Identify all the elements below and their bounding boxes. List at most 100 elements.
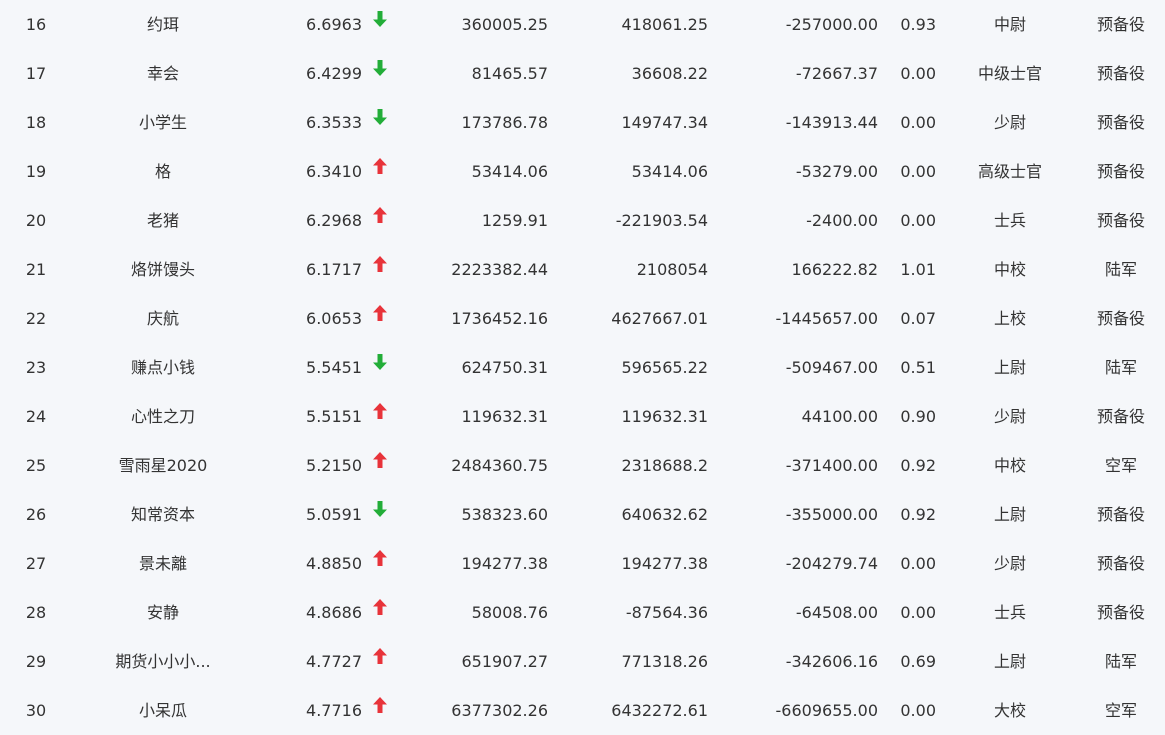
table-row[interactable]: 21 烙饼馒头 6.1717 2223382.44 2108054 166222.82 1.…: [0, 245, 1165, 294]
trader-name: 安静: [146, 603, 179, 622]
unit-label: 预备役: [1096, 64, 1145, 83]
arrow-up-icon: [370, 588, 390, 637]
rank-cell: 29: [25, 652, 47, 671]
value-2: -87564.36: [625, 603, 708, 622]
ratio-value: 0.69: [900, 652, 936, 671]
unit-label: 预备役: [1096, 15, 1145, 34]
rank-title: 中尉: [993, 15, 1026, 34]
trader-name: 赚点小钱: [130, 358, 195, 377]
table-row[interactable]: 23 赚点小钱 5.5451 624750.31 596565.22 -509467.00…: [0, 343, 1165, 392]
score-value: 6.6963: [306, 15, 362, 34]
ratio-value: 0.93: [900, 15, 936, 34]
trader-name: 幸会: [146, 64, 179, 83]
value-2: 194277.38: [621, 554, 708, 573]
table-row[interactable]: 17 幸会 6.4299 81465.57 36608.22 -72667.37 0.00 中…: [0, 49, 1165, 98]
rank-title: 上尉: [993, 652, 1026, 671]
rank-title: 上校: [993, 309, 1026, 328]
trader-name: 老猪: [146, 211, 179, 230]
table-row[interactable]: 25 雪雨星2020 5.2150 2484360.75 2318688.2 -37140…: [0, 441, 1165, 490]
value-3: -2400.00: [806, 211, 878, 230]
value-1: 194277.38: [461, 554, 548, 573]
table-row[interactable]: 18 小学生 6.3533 173786.78 149747.34 -143913.44 0…: [0, 98, 1165, 147]
arrow-up-icon: [370, 637, 390, 686]
rank-cell: 23: [25, 358, 47, 377]
rank-cell: 27: [25, 554, 47, 573]
unit-label: 预备役: [1096, 162, 1145, 181]
value-3: -257000.00: [785, 15, 878, 34]
value-1: 58008.76: [471, 603, 548, 622]
rank-title: 中校: [993, 456, 1026, 475]
table-row[interactable]: 26 知常资本 5.0591 538323.60 640632.62 -355000.00…: [0, 490, 1165, 539]
value-1: 53414.06: [471, 162, 548, 181]
rank-cell: 26: [25, 505, 47, 524]
value-1: 360005.25: [461, 15, 548, 34]
trader-name: 知常资本: [130, 505, 195, 524]
value-1: 2484360.75: [451, 456, 548, 475]
table-row[interactable]: 20 老猪 6.2968 1259.91 -221903.54 -2400.00 0.00 士…: [0, 196, 1165, 245]
ratio-value: 1.01: [900, 260, 936, 279]
value-2: 2318688.2: [621, 456, 708, 475]
table-row[interactable]: 16 约珥 6.6963 360005.25 418061.25 -257000.00 0.…: [0, 0, 1165, 49]
table-row[interactable]: 19 格 6.3410 53414.06 53414.06 -53279.00 0.00 高级…: [0, 147, 1165, 196]
unit-label: 预备役: [1096, 113, 1145, 132]
arrow-up-icon: [370, 294, 390, 343]
arrow-down-icon: [370, 98, 390, 147]
value-3: -143913.44: [785, 113, 878, 132]
unit-label: 预备役: [1096, 603, 1145, 622]
value-1: 651907.27: [461, 652, 548, 671]
value-2: 640632.62: [621, 505, 708, 524]
value-1: 538323.60: [461, 505, 548, 524]
trader-name: 格: [154, 162, 171, 181]
arrow-up-icon: [370, 392, 390, 441]
table-row[interactable]: 22 庆航 6.0653 1736452.16 4627667.01 -1445657.0…: [0, 294, 1165, 343]
value-2: 36608.22: [631, 64, 708, 83]
ratio-value: 0.00: [900, 113, 936, 132]
value-2: 4627667.01: [611, 309, 708, 328]
trader-name: 约珥: [146, 15, 179, 34]
rank-title: 士兵: [993, 603, 1026, 622]
trader-name: 庆航: [146, 309, 179, 328]
table-row[interactable]: 24 心性之刀 5.5151 119632.31 119632.31 44100.00 0.…: [0, 392, 1165, 441]
value-1: 2223382.44: [451, 260, 548, 279]
unit-label: 预备役: [1096, 505, 1145, 524]
value-1: 1736452.16: [451, 309, 548, 328]
trader-name: 烙饼馒头: [130, 260, 195, 279]
table-row[interactable]: 28 安静 4.8686 58008.76 -87564.36 -64508.00 0.00…: [0, 588, 1165, 637]
ratio-value: 0.00: [900, 554, 936, 573]
ratio-value: 0.92: [900, 505, 936, 524]
value-3: -72667.37: [795, 64, 878, 83]
value-2: 596565.22: [621, 358, 708, 377]
arrow-down-icon: [370, 490, 390, 539]
ratio-value: 0.00: [900, 162, 936, 181]
trader-name: 小学生: [138, 113, 187, 132]
score-value: 4.7727: [306, 652, 362, 671]
value-3: -53279.00: [795, 162, 878, 181]
rank-title: 中校: [993, 260, 1026, 279]
unit-label: 预备役: [1096, 309, 1145, 328]
unit-label: 陆军: [1104, 358, 1137, 377]
rank-cell: 25: [25, 456, 47, 475]
arrow-up-icon: [370, 147, 390, 196]
value-3: -509467.00: [785, 358, 878, 377]
ratio-value: 0.00: [900, 211, 936, 230]
score-value: 6.2968: [306, 211, 362, 230]
rank-cell: 22: [25, 309, 47, 328]
rank-cell: 24: [25, 407, 47, 426]
score-value: 4.8850: [306, 554, 362, 573]
value-1: 624750.31: [461, 358, 548, 377]
value-3: -371400.00: [785, 456, 878, 475]
value-1: 81465.57: [471, 64, 548, 83]
score-value: 6.4299: [306, 64, 362, 83]
value-1: 1259.91: [481, 211, 548, 230]
value-2: -221903.54: [615, 211, 708, 230]
rank-title: 士兵: [993, 211, 1026, 230]
table-row[interactable]: 27 景未離 4.8850 194277.38 194277.38 -204279.74 0…: [0, 539, 1165, 588]
table-row[interactable]: 29 期货小小小... 4.7727 651907.27 771318.26 -34260…: [0, 637, 1165, 686]
value-1: 173786.78: [461, 113, 548, 132]
value-2: 119632.31: [621, 407, 708, 426]
arrow-up-icon: [370, 245, 390, 294]
score-value: 5.0591: [306, 505, 362, 524]
rank-title: 中级士官: [977, 64, 1042, 83]
value-1: 119632.31: [461, 407, 548, 426]
unit-label: 预备役: [1096, 211, 1145, 230]
